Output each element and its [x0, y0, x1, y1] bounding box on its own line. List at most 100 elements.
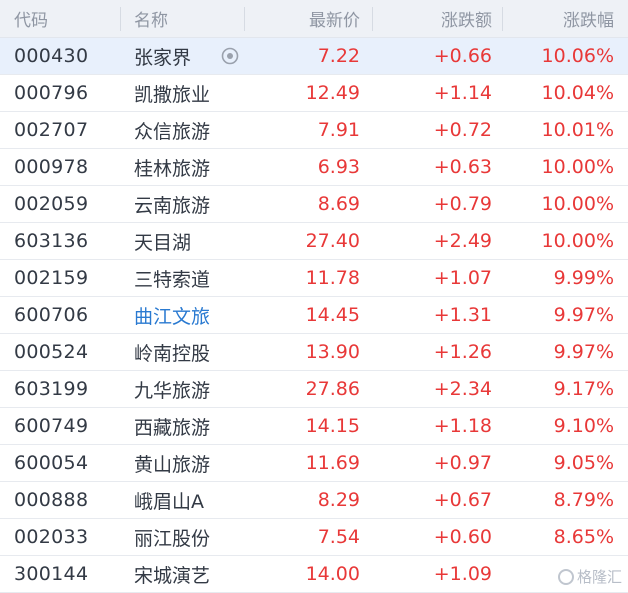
last-price: 14.00 — [305, 563, 360, 585]
price-change: +1.18 — [433, 415, 492, 437]
last-price: 27.40 — [305, 230, 360, 252]
price-change: +0.60 — [433, 526, 492, 548]
table-row[interactable]: 000796 凯撒旅业 12.49 +1.14 10.04% — [0, 75, 628, 112]
stock-code: 300144 — [14, 563, 89, 585]
stock-code: 000430 — [14, 45, 89, 67]
last-price: 8.29 — [317, 489, 360, 511]
column-divider — [372, 7, 373, 31]
stock-code: 000524 — [14, 341, 89, 363]
stock-name[interactable]: 曲江文旅 — [120, 297, 244, 333]
stock-name: 峨眉山A — [134, 490, 204, 513]
change-percent: 9.97% — [553, 304, 614, 326]
table-row[interactable]: 300144 宋城演艺 14.00 +1.09 — [0, 556, 628, 593]
table-header: 代码 名称 最新价 涨跌额 涨跌幅 — [0, 0, 628, 38]
column-header-price[interactable]: 最新价 — [244, 0, 372, 37]
stock-code: 603136 — [14, 230, 89, 252]
stock-name: 凯撒旅业 — [134, 83, 211, 106]
table-row[interactable]: 002033 丽江股份 7.54 +0.60 8.65% — [0, 519, 628, 556]
watermark-text: 格隆汇 — [576, 568, 622, 586]
stock-name: 九华旅游 — [134, 379, 211, 402]
last-price: 11.69 — [305, 452, 360, 474]
change-percent: 9.17% — [553, 378, 614, 400]
table-row[interactable]: 000888 峨眉山A 8.29 +0.67 8.79% — [0, 482, 628, 519]
last-price: 27.86 — [305, 378, 360, 400]
stock-code: 002059 — [14, 193, 89, 215]
last-price: 6.93 — [317, 156, 360, 178]
last-price: 13.90 — [305, 341, 360, 363]
price-change: +1.09 — [433, 563, 492, 585]
last-price: 14.45 — [305, 304, 360, 326]
table-row[interactable]: 000978 桂林旅游 6.93 +0.63 10.00% — [0, 149, 628, 186]
table-row[interactable]: 002059 云南旅游 8.69 +0.79 10.00% — [0, 186, 628, 223]
table-row[interactable]: 000430 张家界 7.22 +0.66 10.06% — [0, 38, 628, 75]
change-percent: 10.00% — [541, 156, 614, 178]
watermark-logo-icon — [557, 568, 574, 585]
stock-name: 三特索道 — [134, 268, 211, 291]
column-header-change[interactable]: 涨跌额 — [372, 0, 502, 37]
price-change: +1.26 — [433, 341, 492, 363]
price-change: +0.67 — [433, 489, 492, 511]
column-header-name[interactable]: 名称 — [120, 0, 244, 37]
column-header-code[interactable]: 代码 — [0, 0, 120, 37]
stock-name: 宋城演艺 — [134, 564, 211, 587]
price-change: +1.31 — [433, 304, 492, 326]
table-row[interactable]: 603199 九华旅游 27.86 +2.34 9.17% — [0, 371, 628, 408]
table-row[interactable]: 600054 黄山旅游 11.69 +0.97 9.05% — [0, 445, 628, 482]
last-price: 7.54 — [317, 526, 360, 548]
column-header-change-percent[interactable]: 涨跌幅 — [502, 0, 628, 37]
last-price: 14.15 — [305, 415, 360, 437]
price-change: +0.63 — [433, 156, 492, 178]
column-divider — [120, 7, 121, 31]
price-change: +1.14 — [433, 82, 492, 104]
change-percent: 8.79% — [553, 489, 614, 511]
stock-code: 002159 — [14, 267, 89, 289]
price-change: +0.72 — [433, 119, 492, 141]
table-row[interactable]: 002707 众信旅游 7.91 +0.72 10.01% — [0, 112, 628, 149]
stock-name: 西藏旅游 — [134, 416, 211, 439]
change-percent: 10.01% — [541, 119, 614, 141]
watermark: 格隆汇 — [557, 566, 622, 587]
column-divider — [502, 7, 503, 31]
stock-name: 众信旅游 — [134, 120, 211, 143]
stock-code: 600054 — [14, 452, 89, 474]
table-row[interactable]: 002159 三特索道 11.78 +1.07 9.99% — [0, 260, 628, 297]
stock-name: 云南旅游 — [134, 194, 211, 217]
change-percent: 9.97% — [553, 341, 614, 363]
stock-code: 603199 — [14, 378, 89, 400]
stock-name: 岭南控股 — [134, 342, 211, 365]
change-percent: 9.05% — [553, 452, 614, 474]
price-change: +0.66 — [433, 45, 492, 67]
stock-code: 002033 — [14, 526, 89, 548]
last-price: 11.78 — [305, 267, 360, 289]
last-price: 8.69 — [317, 193, 360, 215]
stock-name: 黄山旅游 — [134, 453, 211, 476]
column-divider — [244, 7, 245, 31]
stock-code: 600749 — [14, 415, 89, 437]
price-change: +0.97 — [433, 452, 492, 474]
stock-code: 000978 — [14, 156, 89, 178]
change-percent: 10.00% — [541, 230, 614, 252]
last-price: 7.91 — [317, 119, 360, 141]
table-row[interactable]: 000524 岭南控股 13.90 +1.26 9.97% — [0, 334, 628, 371]
stock-code: 000796 — [14, 82, 89, 104]
stock-name: 丽江股份 — [134, 527, 211, 550]
change-percent: 10.04% — [541, 82, 614, 104]
change-percent: 8.65% — [553, 526, 614, 548]
change-percent: 10.06% — [541, 45, 614, 67]
stock-code: 600706 — [14, 304, 89, 326]
price-change: +1.07 — [433, 267, 492, 289]
stock-code: 002707 — [14, 119, 89, 141]
table-row[interactable]: 600749 西藏旅游 14.15 +1.18 9.10% — [0, 408, 628, 445]
price-change: +2.34 — [433, 378, 492, 400]
eye-icon[interactable] — [220, 47, 240, 65]
stock-name: 桂林旅游 — [134, 157, 211, 180]
stock-name: 天目湖 — [134, 231, 192, 254]
table-row[interactable]: 603136 天目湖 27.40 +2.49 10.00% — [0, 223, 628, 260]
change-percent: 10.00% — [541, 193, 614, 215]
table-row[interactable]: 600706 曲江文旅 14.45 +1.31 9.97% — [0, 297, 628, 334]
last-price: 12.49 — [305, 82, 360, 104]
price-change: +0.79 — [433, 193, 492, 215]
change-percent: 9.99% — [553, 267, 614, 289]
stock-code: 000888 — [14, 489, 89, 511]
change-percent: 9.10% — [553, 415, 614, 437]
